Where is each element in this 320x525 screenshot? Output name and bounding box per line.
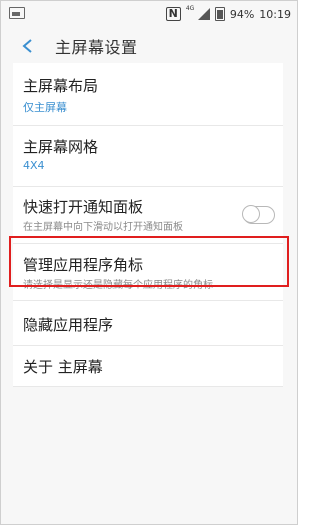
quick-notification-panel-item[interactable]: 快速打开通知面板 在主屏幕中向下滑动以打开通知面板: [13, 187, 283, 244]
signal-bars-icon: [197, 8, 210, 20]
battery-icon: [214, 7, 225, 21]
setting-value: 4X4: [23, 159, 45, 172]
setting-label: 隐藏应用程序: [23, 316, 114, 334]
battery-percent: 94%: [229, 7, 255, 21]
notification-panel-toggle[interactable]: [242, 205, 275, 224]
setting-label: 主屏幕网格: [23, 138, 99, 156]
about-home-screen-item[interactable]: 关于 主屏幕: [13, 346, 283, 387]
clock: 10:19: [259, 7, 291, 21]
screen-frame: N 4G 94% 10:19 主屏幕设置 主屏幕布局 仅主屏幕 主屏幕网格 4X…: [0, 0, 298, 525]
hide-apps-item[interactable]: 隐藏应用程序: [13, 301, 283, 346]
status-indicators: N 4G 94% 10:19: [165, 5, 291, 21]
signal-icon: 4G: [185, 5, 210, 20]
setting-label: 管理应用程序角标: [23, 256, 144, 274]
setting-label: 主屏幕布局: [23, 77, 99, 95]
home-screen-grid-item[interactable]: 主屏幕网格 4X4: [13, 126, 283, 187]
nfc-icon: N: [165, 7, 181, 21]
image-notification-icon: [9, 7, 25, 19]
settings-list: 主屏幕布局 仅主屏幕 主屏幕网格 4X4 快速打开通知面板 在主屏幕中向下滑动以…: [13, 63, 283, 387]
setting-description: 请选择是显示还是隐藏每个应用程序的角标: [23, 280, 213, 291]
network-type-label: 4G: [185, 5, 195, 12]
setting-value: 仅主屏幕: [23, 101, 67, 114]
status-bar: N 4G 94% 10:19: [1, 1, 297, 29]
setting-description: 在主屏幕中向下滑动以打开通知面板: [23, 222, 183, 233]
setting-label: 关于 主屏幕: [23, 358, 103, 376]
home-screen-layout-item[interactable]: 主屏幕布局 仅主屏幕: [13, 63, 283, 126]
back-arrow-icon: [22, 39, 32, 53]
setting-label: 快速打开通知面板: [23, 198, 144, 216]
app-header: 主屏幕设置: [1, 29, 297, 63]
back-button[interactable]: [15, 31, 45, 61]
page-title: 主屏幕设置: [55, 38, 138, 57]
manage-app-badges-item[interactable]: 管理应用程序角标 请选择是显示还是隐藏每个应用程序的角标: [13, 244, 283, 301]
toggle-knob: [242, 205, 260, 223]
